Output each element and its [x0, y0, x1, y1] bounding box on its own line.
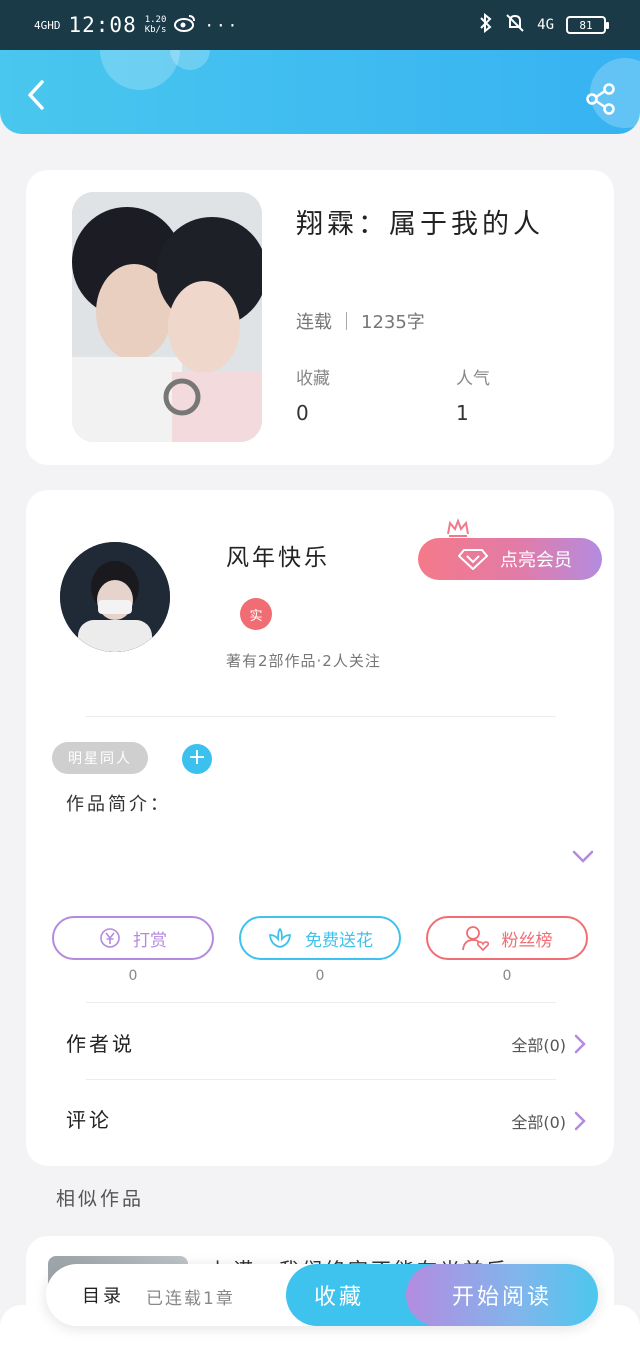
- divider: [86, 716, 556, 717]
- mute-bell-icon: [505, 13, 525, 37]
- toc-button[interactable]: 目录: [82, 1282, 124, 1308]
- battery-icon: 81: [566, 16, 609, 34]
- back-arrow-icon: [28, 80, 44, 110]
- crown-icon: [447, 518, 469, 537]
- book-meta: 连载 1235字: [296, 308, 425, 334]
- chapter-count: 已连载1章: [146, 1289, 235, 1309]
- speed-unit: Kb/s: [144, 25, 167, 35]
- yuan-icon: [100, 928, 120, 948]
- author-avatar[interactable]: [60, 542, 170, 652]
- decor-bubble: [100, 50, 180, 90]
- author-says-label: 作者说: [66, 1032, 135, 1056]
- author-says-all-link[interactable]: 全部(0): [511, 1032, 586, 1056]
- comments-all-label: 全部(0): [511, 1113, 566, 1132]
- book-cover-image[interactable]: [72, 192, 262, 442]
- avatar-illustration: [60, 542, 170, 652]
- tag-chip[interactable]: 明星同人: [52, 742, 148, 774]
- back-button[interactable]: [22, 78, 52, 112]
- meta-divider: [346, 312, 347, 330]
- author-card: 风年快乐 实 著有2部作品·2人关注 点亮会员 明星同人 + 作品简介： 打赏 …: [26, 490, 614, 1166]
- popularity-stat: 人气 1: [456, 364, 490, 425]
- verified-badge: 实: [240, 598, 272, 630]
- top-header: [0, 50, 640, 134]
- vip-label: 点亮会员: [500, 550, 572, 571]
- fans-ranking-button[interactable]: 粉丝榜: [426, 916, 588, 960]
- send-flower-label: 免费送花: [305, 930, 373, 951]
- weibo-icon: [174, 14, 196, 37]
- popularity-value: 1: [456, 401, 469, 425]
- author-summary: 著有2部作品·2人关注: [226, 652, 381, 670]
- status-bar: 4GHD 12:08 1.20 Kb/s ··· 4G 81: [0, 0, 640, 50]
- send-flower-button[interactable]: 免费送花: [239, 916, 401, 960]
- book-info-card: 翔霖：属于我的人 连载 1235字 收藏 0 人气 1: [26, 170, 614, 465]
- clock: 12:08: [68, 13, 137, 37]
- reward-label: 打赏: [133, 930, 167, 951]
- reward-button[interactable]: 打赏: [52, 916, 214, 960]
- bottom-action-bar: 目录 已连载1章 收藏 开始阅读: [46, 1264, 598, 1326]
- fans-icon: [461, 926, 489, 951]
- speed-value: 1.20: [144, 15, 167, 25]
- fans-count: 0: [502, 968, 512, 984]
- network-indicator-right: 4G: [537, 17, 554, 33]
- reward-count: 0: [128, 968, 138, 984]
- divider: [86, 1079, 556, 1080]
- comments-all-link[interactable]: 全部(0): [511, 1109, 586, 1133]
- book-title: 翔霖：属于我的人: [296, 209, 544, 240]
- battery-level: 81: [579, 18, 593, 32]
- divider: [86, 1002, 556, 1003]
- intro-label: 作品简介：: [66, 794, 171, 815]
- author-says-all-label: 全部(0): [511, 1036, 566, 1055]
- chevron-right-icon: [574, 1034, 586, 1054]
- start-reading-label: 开始阅读: [451, 1285, 552, 1310]
- favorites-label: 收藏: [296, 369, 330, 389]
- bluetooth-icon: [479, 12, 493, 37]
- author-name[interactable]: 风年快乐: [226, 538, 330, 572]
- add-tag-button[interactable]: +: [182, 744, 212, 774]
- serial-status: 连载: [296, 312, 332, 333]
- share-icon: [586, 83, 615, 115]
- start-reading-button[interactable]: 开始阅读: [406, 1264, 598, 1326]
- diamond-icon: [458, 549, 488, 570]
- more-notifications-icon: ···: [204, 15, 240, 35]
- comments-label: 评论: [66, 1108, 112, 1132]
- flower-icon: [269, 927, 291, 948]
- flower-count: 0: [315, 968, 325, 984]
- chevron-right-icon: [574, 1111, 586, 1131]
- favorites-stat: 收藏 0: [296, 364, 330, 425]
- vip-button[interactable]: 点亮会员: [418, 538, 602, 580]
- word-count: 1235字: [361, 312, 425, 333]
- share-button[interactable]: [584, 82, 618, 116]
- network-speed: 1.20 Kb/s: [145, 15, 167, 35]
- network-indicator: 4GHD: [34, 18, 61, 32]
- favorites-value: 0: [296, 401, 309, 425]
- expand-chevron-icon[interactable]: [572, 850, 594, 864]
- fans-ranking-label: 粉丝榜: [501, 930, 553, 951]
- favorite-button-label: 收藏: [314, 1285, 365, 1310]
- cover-illustration: [72, 192, 262, 442]
- similar-works-title: 相似作品: [56, 1188, 145, 1210]
- popularity-label: 人气: [456, 369, 490, 389]
